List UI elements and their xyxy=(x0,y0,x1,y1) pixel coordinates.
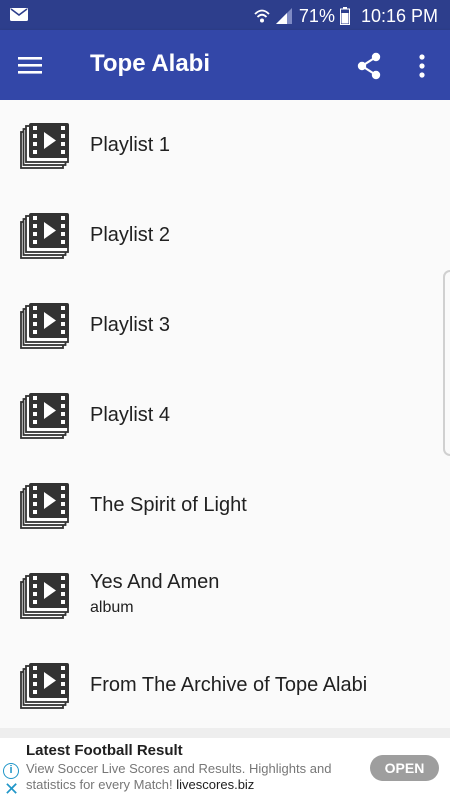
battery-icon xyxy=(339,7,350,25)
list-item[interactable]: From The Archive of Tope Alabi xyxy=(0,640,450,728)
list-item-title: Playlist 1 xyxy=(90,134,171,156)
list-item[interactable]: The Spirit of Light xyxy=(0,460,450,550)
video-playlist-icon xyxy=(20,573,69,619)
video-playlist-icon xyxy=(20,213,69,259)
app-bar: Tope Alabi xyxy=(0,30,450,100)
menu-icon[interactable] xyxy=(18,55,42,75)
mail-icon xyxy=(10,8,28,21)
video-playlist-icon xyxy=(20,393,69,439)
list-item-title: From The Archive of Tope Alabi xyxy=(90,674,368,696)
ad-divider xyxy=(0,728,450,738)
edge-panel-handle[interactable] xyxy=(443,270,450,456)
list-item[interactable]: Playlist 1 xyxy=(0,100,450,190)
list-item[interactable]: Playlist 2 xyxy=(0,190,450,280)
more-vert-icon[interactable] xyxy=(414,52,430,80)
video-playlist-icon xyxy=(20,303,69,349)
video-playlist-icon xyxy=(20,483,69,529)
list-item[interactable]: Playlist 3 xyxy=(0,280,450,370)
wifi-icon xyxy=(254,9,270,23)
list-item[interactable]: Playlist 4 xyxy=(0,370,450,460)
status-bar: 71% 10:16 PM xyxy=(0,0,450,30)
ad-headline: Latest Football Result xyxy=(26,742,183,759)
list-item-title: The Spirit of Light xyxy=(90,494,247,516)
battery-percent: 71% xyxy=(298,5,335,26)
ad-body: View Soccer Live Scores and Results. Hig… xyxy=(26,761,341,793)
list-item-title: Playlist 3 xyxy=(90,314,171,336)
ad-banner[interactable]: i ✕ Latest Football Result View Soccer L… xyxy=(0,738,450,800)
list-item-title: Playlist 4 xyxy=(90,404,171,426)
status-time: 10:16 PM xyxy=(360,5,438,26)
list-item-title: Yes And Amen xyxy=(90,571,220,593)
video-playlist-icon xyxy=(20,123,69,169)
info-icon[interactable]: i xyxy=(3,763,19,779)
share-icon[interactable] xyxy=(356,52,382,80)
close-icon[interactable]: ✕ xyxy=(4,780,19,798)
playlist-list: Playlist 1 Playlist 2 Playlist 3 Playlis… xyxy=(0,100,450,728)
video-playlist-icon xyxy=(20,663,69,709)
list-item-title: Playlist 2 xyxy=(90,224,171,246)
list-item-subtitle: album xyxy=(90,599,134,616)
ad-link[interactable]: livescores.biz xyxy=(176,777,254,792)
list-item[interactable]: Yes And Amen album xyxy=(0,550,450,640)
signal-icon xyxy=(275,8,292,24)
page-title: Tope Alabi xyxy=(90,50,210,77)
ad-open-button[interactable]: OPEN xyxy=(370,755,439,781)
